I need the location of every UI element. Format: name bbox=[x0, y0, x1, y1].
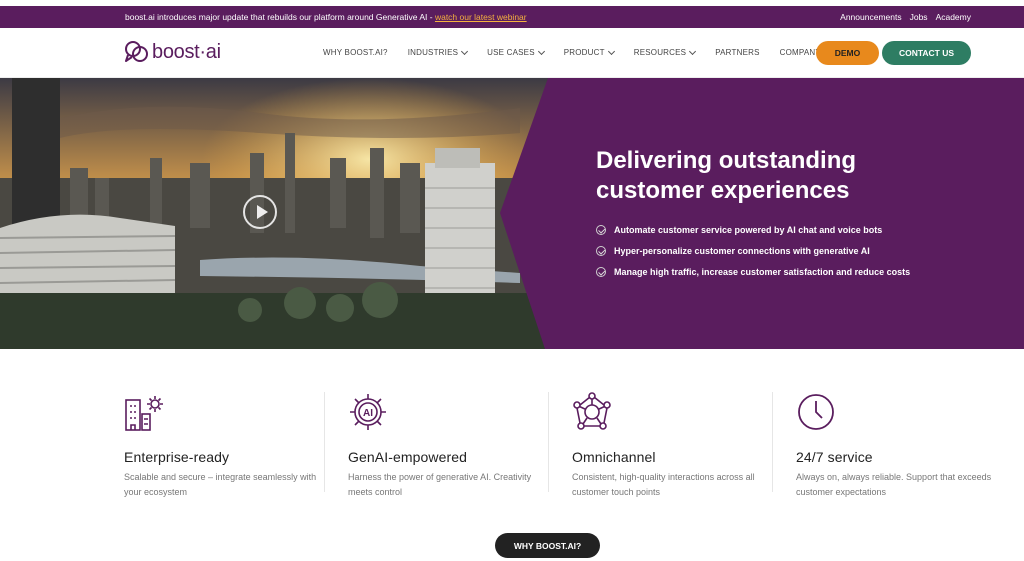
announcement-message: boost.ai introduces major update that re… bbox=[125, 12, 527, 22]
ai-chip-icon: AI bbox=[350, 394, 386, 430]
feature-omnichannel: Omnichannel Consistent, high-quality int… bbox=[572, 392, 772, 500]
jobs-link[interactable]: Jobs bbox=[910, 12, 928, 22]
hero-bullet: Manage high traffic, increase customer s… bbox=[596, 261, 910, 282]
feature-description: Harness the power of generative AI. Crea… bbox=[348, 472, 532, 497]
logo-chat-icon bbox=[125, 41, 148, 62]
nav-item-label: USE CASES bbox=[487, 48, 535, 57]
chevron-down-icon bbox=[537, 47, 545, 55]
check-circle-icon bbox=[596, 224, 606, 235]
webinar-link[interactable]: watch our latest webinar bbox=[435, 12, 527, 22]
feature-24-7: 24/7 service Always on, always reliable.… bbox=[796, 392, 996, 500]
feature-divider bbox=[324, 392, 325, 492]
enterprise-building-gear-icon bbox=[125, 396, 163, 431]
svg-text:AI: AI bbox=[363, 408, 373, 419]
hero-bullet-text: Automate customer service powered by AI … bbox=[614, 224, 883, 235]
hero-title: Delivering outstanding customer experien… bbox=[596, 147, 857, 204]
logo-text: boost·ai bbox=[152, 40, 221, 63]
announcement-text: boost.ai introduces major update that re… bbox=[125, 12, 435, 22]
hero-section: Delivering outstanding customer experien… bbox=[0, 78, 1024, 349]
nav-item-use-cases[interactable]: USE CASES bbox=[487, 47, 545, 57]
feature-title: Enterprise-ready bbox=[124, 449, 230, 465]
nav-menu: WHY BOOST.AI? INDUSTRIES USE CASES PRODU… bbox=[323, 47, 831, 57]
hero-bullet-text: Hyper-personalize customer connections w… bbox=[614, 245, 870, 256]
nav-item-label: PARTNERS bbox=[715, 48, 760, 57]
hero-purple-panel bbox=[500, 78, 1024, 349]
nav-item-label: RESOURCES bbox=[633, 48, 687, 57]
feature-title: 24/7 service bbox=[796, 449, 873, 465]
chevron-down-icon bbox=[461, 47, 469, 55]
feature-enterprise: Enterprise-ready Scalable and secure – i… bbox=[124, 392, 324, 500]
demo-button[interactable]: DEMO bbox=[816, 41, 879, 65]
feature-divider bbox=[772, 392, 773, 492]
feature-description: Consistent, high-quality interactions ac… bbox=[572, 472, 755, 497]
features-section: Enterprise-ready Scalable and secure – i… bbox=[124, 392, 991, 502]
feature-description: Always on, always reliable. Support that… bbox=[796, 472, 992, 497]
nav-item-product[interactable]: PRODUCT bbox=[563, 47, 615, 57]
announcement-bar: boost.ai introduces major update that re… bbox=[0, 6, 1024, 28]
feature-genai: AI GenAI-empowered Harness the power of … bbox=[348, 392, 548, 500]
nav-item-resources[interactable]: RESOURCES bbox=[633, 47, 697, 57]
feature-title: Omnichannel bbox=[572, 449, 656, 465]
feature-description: Scalable and secure – integrate seamless… bbox=[124, 472, 317, 497]
nav-item-industries[interactable]: INDUSTRIES bbox=[407, 47, 469, 57]
hero-bullet-list: Automate customer service powered by AI … bbox=[596, 219, 910, 282]
contact-us-button[interactable]: CONTACT US bbox=[882, 41, 971, 65]
clock-icon bbox=[798, 394, 834, 430]
nav-item-label: INDUSTRIES bbox=[407, 48, 459, 57]
logo[interactable]: boost·ai bbox=[124, 40, 221, 64]
feature-title: GenAI-empowered bbox=[348, 449, 468, 465]
play-video-button[interactable] bbox=[243, 195, 277, 229]
hero-bullet: Hyper-personalize customer connections w… bbox=[596, 240, 910, 261]
chevron-down-icon bbox=[607, 47, 615, 55]
nav-item-why-boost[interactable]: WHY BOOST.AI? bbox=[323, 48, 388, 57]
announcements-link[interactable]: Announcements bbox=[840, 12, 901, 22]
nav-item-partners[interactable]: PARTNERS bbox=[715, 48, 759, 57]
check-circle-icon bbox=[596, 245, 606, 256]
main-nav: boost·ai WHY BOOST.AI? INDUSTRIES USE CA… bbox=[0, 28, 1024, 78]
why-boost-button[interactable]: WHY BOOST.AI? bbox=[495, 533, 600, 558]
chevron-down-icon bbox=[689, 47, 697, 55]
network-nodes-icon bbox=[573, 392, 611, 430]
nav-item-label: PRODUCT bbox=[563, 48, 605, 57]
utility-links: Announcements Jobs Academy bbox=[840, 12, 971, 22]
hero-bullet: Automate customer service powered by AI … bbox=[596, 219, 910, 240]
feature-divider bbox=[548, 392, 549, 492]
hero-bullet-text: Manage high traffic, increase customer s… bbox=[614, 266, 911, 277]
academy-link[interactable]: Academy bbox=[936, 12, 971, 22]
nav-item-label: WHY BOOST.AI? bbox=[323, 48, 388, 57]
check-circle-icon bbox=[596, 266, 606, 277]
nav-item-label: COMPANY bbox=[779, 48, 821, 57]
